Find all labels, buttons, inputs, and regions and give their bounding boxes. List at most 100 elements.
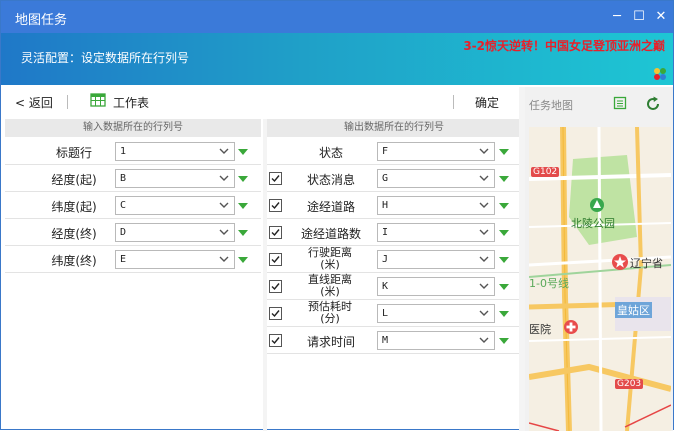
fill-down-arrow-icon[interactable] (499, 149, 509, 155)
province-marker-icon[interactable] (611, 253, 629, 271)
chevron-down-icon (479, 202, 489, 208)
maximize-icon[interactable]: ☐ (629, 7, 649, 27)
chevron-down-icon (479, 310, 489, 316)
input-row: 纬度(终) E (5, 247, 261, 273)
title-bar: 地图任务 ─ ☐ ✕ (1, 1, 673, 33)
output-enable-checkbox[interactable] (269, 199, 282, 212)
output-enable-checkbox[interactable] (269, 253, 282, 266)
output-column-value: K (382, 281, 389, 292)
output-row-label: 途经道路 (306, 200, 355, 214)
output-row-label: 预估耗时 (分) (297, 301, 363, 325)
chevron-down-icon (219, 202, 229, 208)
output-enable-checkbox[interactable] (269, 307, 282, 320)
metro-line-label: 1-0号线 (529, 277, 569, 290)
worksheet-button[interactable]: 工作表 (113, 94, 149, 111)
output-column-select[interactable]: F (377, 142, 495, 161)
output-column-select[interactable]: H (377, 196, 495, 215)
fill-down-arrow-icon[interactable] (499, 176, 509, 182)
input-row: 纬度(起) C (5, 193, 261, 219)
district-label: 皇姑区 (615, 302, 652, 318)
output-column-value: F (382, 146, 389, 157)
fill-down-arrow-icon[interactable] (499, 203, 509, 209)
output-row-label: 途经道路数 (300, 227, 361, 241)
fill-down-arrow-icon[interactable] (499, 230, 509, 236)
checkmark-icon (271, 175, 280, 183)
chevron-down-icon (219, 229, 229, 235)
map-task-window: 地图任务 ─ ☐ ✕ 灵活配置：设定数据所在行列号 3-2惊天逆转！中国女足登顶… (0, 0, 674, 431)
map-view[interactable]: G102 北陵公园 辽宁省 1-0号线 皇姑区 医院 G203 (529, 127, 671, 431)
output-column-select[interactable]: K (377, 277, 495, 296)
output-row: 状态 F (267, 139, 521, 165)
output-row-label: 直线距离 (米) (297, 274, 363, 298)
output-panel-header: 输出数据所在的行列号 (267, 119, 521, 137)
output-row: 途经道路 H (267, 193, 521, 219)
input-column-value: C (120, 200, 127, 211)
refresh-icon[interactable] (645, 96, 661, 112)
park-marker-icon[interactable] (589, 197, 605, 213)
output-column-value: H (382, 200, 389, 211)
output-enable-checkbox[interactable] (269, 172, 282, 185)
chevron-down-icon (479, 148, 489, 154)
input-column-value: 1 (120, 146, 127, 157)
worksheet-icon[interactable] (90, 93, 106, 107)
park-label: 北陵公园 (571, 217, 615, 230)
fill-down-arrow-icon[interactable] (499, 284, 509, 290)
fill-down-arrow-icon[interactable] (238, 257, 248, 263)
output-row: 行驶距离 (米) J (267, 247, 521, 273)
input-row: 标题行 1 (5, 139, 261, 165)
fill-down-arrow-icon[interactable] (238, 203, 248, 209)
output-enable-checkbox[interactable] (269, 226, 282, 239)
toolbar-divider (67, 95, 68, 109)
toolbar: < 返回 工作表 确定 (1, 87, 523, 117)
output-column-value: L (382, 308, 389, 319)
output-row: 途经道路数 I (267, 220, 521, 246)
input-column-select[interactable]: E (115, 250, 235, 269)
output-column-value: G (382, 173, 389, 184)
output-enable-checkbox[interactable] (269, 334, 282, 347)
fill-down-arrow-icon[interactable] (499, 338, 509, 344)
apps-icon[interactable] (653, 67, 667, 81)
output-row: 状态消息 G (267, 166, 521, 192)
output-column-select[interactable]: J (377, 250, 495, 269)
checkmark-icon (271, 337, 280, 345)
chevron-down-icon (219, 256, 229, 262)
output-column-select[interactable]: L (377, 304, 495, 323)
output-enable-checkbox[interactable] (269, 280, 282, 293)
input-column-value: B (120, 173, 127, 184)
input-column-select[interactable]: B (115, 169, 235, 188)
output-row: 直线距离 (米) K (267, 274, 521, 300)
banner-subtitle: 灵活配置：设定数据所在行列号 (21, 51, 190, 65)
fill-down-arrow-icon[interactable] (499, 311, 509, 317)
input-column-select[interactable]: C (115, 196, 235, 215)
road-label-g102: G102 (531, 167, 560, 177)
back-button[interactable]: < 返回 (15, 94, 53, 111)
news-headline[interactable]: 3-2惊天逆转！中国女足登顶亚洲之巅 (463, 37, 665, 54)
output-row-label: 请求时间 (306, 335, 355, 349)
window-title: 地图任务 (15, 13, 68, 28)
close-icon[interactable]: ✕ (651, 7, 671, 27)
chevron-down-icon (479, 283, 489, 289)
output-column-select[interactable]: G (377, 169, 495, 188)
input-column-select[interactable]: D (115, 223, 235, 242)
output-column-value: M (382, 335, 389, 346)
output-column-select[interactable]: I (377, 223, 495, 242)
output-row-label: 状态消息 (306, 173, 355, 187)
fill-down-arrow-icon[interactable] (238, 149, 248, 155)
hospital-marker-icon[interactable] (563, 319, 579, 335)
list-icon[interactable] (613, 96, 627, 110)
chevron-down-icon (219, 175, 229, 181)
road-label-g203: G203 (615, 379, 644, 389)
input-row: 经度(终) D (5, 220, 261, 246)
checkmark-icon (271, 256, 280, 264)
checkmark-icon (271, 202, 280, 210)
minimize-icon[interactable]: ─ (607, 7, 627, 27)
confirm-button[interactable]: 确定 (475, 94, 499, 111)
fill-down-arrow-icon[interactable] (499, 257, 509, 263)
checkmark-icon (271, 229, 280, 237)
fill-down-arrow-icon[interactable] (238, 230, 248, 236)
output-column-select[interactable]: M (377, 331, 495, 350)
fill-down-arrow-icon[interactable] (238, 176, 248, 182)
input-column-select[interactable]: 1 (115, 142, 235, 161)
chevron-down-icon (479, 256, 489, 262)
chevron-down-icon (479, 229, 489, 235)
